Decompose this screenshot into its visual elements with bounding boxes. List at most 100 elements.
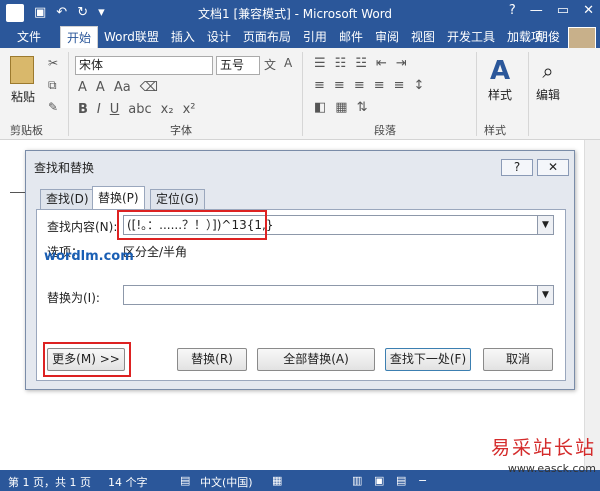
editing-label: 编辑: [536, 88, 561, 102]
shading-row: ◧ ▦ ⇅: [314, 100, 368, 115]
window-title: 文档1 [兼容模式] - Microsoft Word: [198, 7, 393, 21]
replace-all-button[interactable]: 全部替换(A): [257, 348, 375, 371]
quick-access-toolbar: W ▣ ↶ ↻ ▾: [6, 4, 105, 22]
undo-icon[interactable]: ↶: [56, 4, 67, 22]
replace-with-label: 替换为(I):: [47, 291, 100, 305]
read-mode-icon[interactable]: ▥: [352, 474, 362, 487]
ribbon-tabs: 开始 Word联盟 插入 设计 页面布局 引用 邮件 审阅 视图 开发工具 加载…: [60, 26, 549, 48]
tab-mailings[interactable]: 邮件: [333, 26, 369, 48]
borders-icon[interactable]: ▦: [335, 100, 347, 115]
replace-with-input[interactable]: ▼: [123, 285, 554, 305]
align-row: ≡ ≡ ≡ ≡ ≡ ↕: [314, 78, 424, 93]
font-style-row: B I U abc x₂ x²: [78, 102, 195, 117]
find-what-label: 查找内容(N):: [47, 220, 118, 234]
bold-icon[interactable]: B: [78, 102, 88, 117]
superscript-icon[interactable]: x²: [183, 102, 196, 117]
word-count[interactable]: 14 个字: [108, 474, 148, 490]
minimize-button[interactable]: —: [530, 3, 543, 18]
dialog-help-button[interactable]: ?: [501, 159, 533, 176]
copy-icon[interactable]: ⧉: [48, 78, 57, 93]
replace-button[interactable]: 替换(R): [177, 348, 247, 371]
numbering-icon[interactable]: ☷: [335, 56, 347, 71]
tab-insert[interactable]: 插入: [165, 26, 201, 48]
tab-references[interactable]: 引用: [297, 26, 333, 48]
format-painter-icon[interactable]: ✎: [48, 100, 58, 114]
print-layout-icon[interactable]: ▣: [374, 474, 384, 487]
redo-icon[interactable]: ↻: [77, 4, 88, 22]
phonetic-guide-icon[interactable]: 文: [264, 56, 276, 73]
styles-group-label: 样式: [484, 124, 506, 137]
tab-view[interactable]: 视图: [405, 26, 441, 48]
align-left-icon[interactable]: ≡: [314, 78, 325, 93]
font-size-value: 五号: [220, 58, 245, 72]
find-replace-dialog: 查找和替换 ? ✕ 查找(D) 替换(P) 定位(G) 查找内容(N): ([!…: [25, 150, 575, 390]
tab-home[interactable]: 开始: [60, 26, 99, 48]
shading-icon[interactable]: ◧: [314, 100, 326, 115]
language-indicator[interactable]: 中文(中国): [200, 474, 253, 490]
customize-qat-icon[interactable]: ▾: [98, 4, 105, 22]
save-icon[interactable]: ▣: [34, 4, 46, 22]
editing-button[interactable]: ⌕ 编辑: [536, 56, 560, 103]
web-layout-icon[interactable]: ▤: [396, 474, 406, 487]
binoculars-icon: ⌕: [542, 59, 554, 83]
change-case-icon[interactable]: Aa: [114, 80, 131, 95]
subscript-icon[interactable]: x₂: [161, 102, 174, 117]
help-button[interactable]: ?: [509, 3, 516, 18]
paste-button[interactable]: 粘贴: [11, 88, 35, 105]
paste-icon[interactable]: [10, 56, 34, 84]
page-indicator[interactable]: 第 1 页，共 1 页: [8, 474, 91, 490]
bullets-icon[interactable]: ☰: [314, 56, 326, 71]
ribbon-tab-row: 文件 开始 Word联盟 插入 设计 页面布局 引用 邮件 审阅 视图 开发工具…: [0, 26, 600, 51]
char-border-icon[interactable]: A: [284, 56, 292, 70]
close-button[interactable]: ✕: [583, 3, 594, 18]
distributed-icon[interactable]: ≡: [394, 78, 405, 93]
proofing-icon[interactable]: ▤: [180, 474, 190, 487]
strikethrough-icon[interactable]: abc: [128, 102, 151, 117]
tab-goto[interactable]: 定位(G): [150, 189, 205, 209]
sort-icon[interactable]: ⇅: [357, 100, 368, 115]
underline-icon[interactable]: U: [110, 102, 120, 117]
find-next-button[interactable]: 查找下一处(F): [385, 348, 471, 371]
tab-find[interactable]: 查找(D): [40, 189, 95, 209]
tab-file[interactable]: 文件: [0, 26, 58, 48]
tab-review[interactable]: 审阅: [369, 26, 405, 48]
font-size-combo[interactable]: 五号: [216, 56, 260, 75]
watermark-text: wordlm.com: [44, 249, 134, 264]
group-separator: [302, 52, 303, 136]
user-name[interactable]: 胡俊: [536, 26, 560, 48]
clear-format-icon[interactable]: ⌫: [140, 80, 158, 95]
grow-font-icon[interactable]: A: [78, 80, 87, 95]
dialog-close-button[interactable]: ✕: [537, 159, 569, 176]
multilevel-list-icon[interactable]: ☳: [355, 56, 367, 71]
chevron-down-icon[interactable]: ▼: [537, 216, 553, 234]
tab-word-union[interactable]: Word联盟: [98, 26, 165, 48]
title-bar: W ▣ ↶ ↻ ▾ 文档1 [兼容模式] - Microsoft Word ? …: [0, 0, 600, 26]
macro-icon[interactable]: ▦: [272, 474, 282, 487]
tab-design[interactable]: 设计: [201, 26, 237, 48]
font-name-combo[interactable]: 宋体: [75, 56, 213, 75]
tab-page-layout[interactable]: 页面布局: [237, 26, 297, 48]
shrink-font-icon[interactable]: A: [96, 80, 105, 95]
tab-replace[interactable]: 替换(P): [92, 186, 145, 210]
cut-icon[interactable]: ✂: [48, 56, 58, 70]
font-format-row: A A Aa ⌫: [78, 80, 158, 95]
vertical-scrollbar[interactable]: [584, 140, 600, 470]
replace-panel: 查找内容(N): ([!。：......？！）])^13{1,} ▼ 选项： 区…: [36, 209, 566, 381]
decrease-indent-icon[interactable]: ⇤: [376, 56, 387, 71]
styles-label: 样式: [488, 88, 513, 102]
italic-icon[interactable]: I: [97, 102, 101, 117]
align-center-icon[interactable]: ≡: [334, 78, 345, 93]
styles-button[interactable]: A 样式: [488, 56, 512, 103]
increase-indent-icon[interactable]: ⇥: [396, 56, 407, 71]
align-right-icon[interactable]: ≡: [354, 78, 365, 93]
chevron-down-icon[interactable]: ▼: [537, 286, 553, 304]
font-group-label: 字体: [170, 124, 192, 137]
justify-icon[interactable]: ≡: [374, 78, 385, 93]
zoom-out-icon[interactable]: −: [418, 474, 427, 487]
line-spacing-icon[interactable]: ↕: [414, 78, 425, 93]
group-separator: [528, 52, 529, 136]
cancel-button[interactable]: 取消: [483, 348, 553, 371]
tab-developer[interactable]: 开发工具: [441, 26, 501, 48]
restore-button[interactable]: ▭: [557, 3, 569, 18]
paragraph-group-label: 段落: [374, 124, 396, 137]
